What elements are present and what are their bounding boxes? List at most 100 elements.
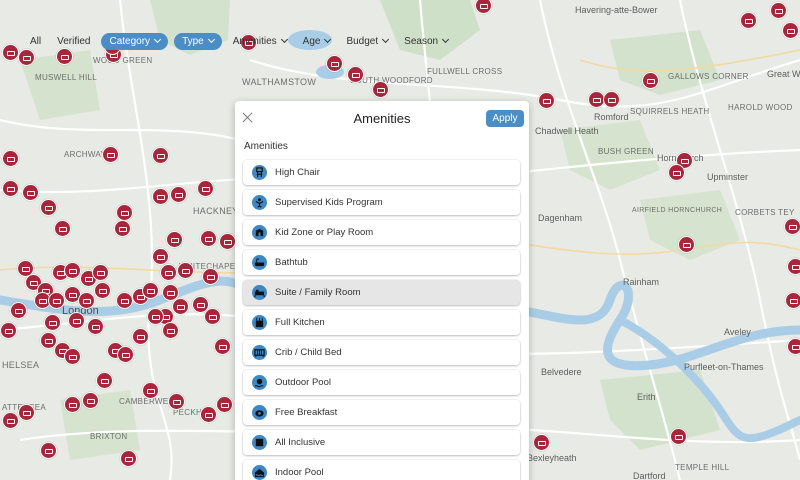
amenity-option-bathtub[interactable]: Bathtub <box>243 250 520 275</box>
hotel-pin-icon[interactable] <box>64 262 81 279</box>
hotel-pin-icon[interactable] <box>603 91 620 108</box>
filter-age[interactable]: Age <box>295 33 339 50</box>
map-label: GALLOWS CORNER <box>668 72 749 81</box>
filter-all[interactable]: All <box>22 33 49 50</box>
hotel-pin-icon[interactable] <box>166 231 183 248</box>
modal-header: Amenities Apply <box>235 101 529 135</box>
filter-type[interactable]: Type <box>174 32 222 50</box>
filter-verified[interactable]: Verified <box>49 33 98 50</box>
hotel-pin-icon[interactable] <box>160 264 177 281</box>
amenity-option-full-kitchen[interactable]: Full Kitchen <box>243 310 520 335</box>
hotel-pin-icon[interactable] <box>94 282 111 299</box>
hotel-pin-icon[interactable] <box>142 382 159 399</box>
hotel-pin-icon[interactable] <box>56 48 73 65</box>
hotel-pin-icon[interactable] <box>116 292 133 309</box>
hotel-pin-icon[interactable] <box>152 248 169 265</box>
hotel-pin-icon[interactable] <box>48 292 65 309</box>
filter-amenities[interactable]: Amenities <box>225 33 295 50</box>
map-label: HACKNEY <box>193 206 239 216</box>
hotel-pin-icon[interactable] <box>102 146 119 163</box>
hotel-pin-icon[interactable] <box>533 434 550 451</box>
hotel-pin-icon[interactable] <box>147 308 164 325</box>
hotel-pin-icon[interactable] <box>202 268 219 285</box>
map-label: HELSEA <box>2 360 40 370</box>
hotel-pin-icon[interactable] <box>152 188 169 205</box>
hotel-pin-icon[interactable] <box>78 292 95 309</box>
hotel-pin-icon[interactable] <box>372 81 389 98</box>
hotel-pin-icon[interactable] <box>64 396 81 413</box>
hotel-pin-icon[interactable] <box>787 338 800 355</box>
filter-budget[interactable]: Budget <box>338 33 396 50</box>
hotel-pin-icon[interactable] <box>668 164 685 181</box>
hotel-pin-icon[interactable] <box>54 220 71 237</box>
filter-season[interactable]: Season <box>396 33 456 50</box>
hotel-pin-icon[interactable] <box>326 55 343 72</box>
hotel-pin-icon[interactable] <box>200 406 217 423</box>
hotel-pin-icon[interactable] <box>116 204 133 221</box>
hotel-pin-icon[interactable] <box>87 318 104 335</box>
filter-label: Amenities <box>232 35 277 47</box>
hotel-pin-icon[interactable] <box>68 312 85 329</box>
map-label: BRIXTON <box>90 432 128 441</box>
amenity-option-indoor-pool[interactable]: Indoor Pool <box>243 460 520 480</box>
filter-category[interactable]: Category <box>101 32 169 50</box>
hotel-pin-icon[interactable] <box>172 298 189 315</box>
amenity-option-all-inclusive[interactable]: All Inclusive <box>243 430 520 455</box>
hotel-pin-icon[interactable] <box>787 258 800 275</box>
amenity-option-crib[interactable]: Crib / Child Bed <box>243 340 520 365</box>
hotel-pin-icon[interactable] <box>40 442 57 459</box>
hotel-pin-icon[interactable] <box>117 346 134 363</box>
hotel-pin-icon[interactable] <box>22 184 39 201</box>
hotel-pin-icon[interactable] <box>204 308 221 325</box>
hotel-pin-icon[interactable] <box>347 66 364 83</box>
hotel-pin-icon[interactable] <box>784 218 800 235</box>
hotel-pin-icon[interactable] <box>2 150 19 167</box>
hotel-pin-icon[interactable] <box>216 396 233 413</box>
amenity-options: High Chair Supervised Kids Program Kid Z… <box>243 160 520 480</box>
hotel-pin-icon[interactable] <box>2 412 19 429</box>
hotel-pin-icon[interactable] <box>214 338 231 355</box>
hotel-pin-icon[interactable] <box>142 282 159 299</box>
hotel-pin-icon[interactable] <box>92 264 109 281</box>
hotel-pin-icon[interactable] <box>200 230 217 247</box>
hotel-pin-icon[interactable] <box>18 404 35 421</box>
amenity-option-free-breakfast[interactable]: Free Breakfast <box>243 400 520 425</box>
map-label: Romford <box>594 112 629 122</box>
hotel-pin-icon[interactable] <box>40 199 57 216</box>
hotel-pin-icon[interactable] <box>96 372 113 389</box>
hotel-pin-icon[interactable] <box>44 314 61 331</box>
amenity-option-kids-program[interactable]: Supervised Kids Program <box>243 190 520 215</box>
hotel-pin-icon[interactable] <box>10 302 27 319</box>
hotel-pin-icon[interactable] <box>0 322 17 339</box>
filter-label: Category <box>109 35 151 47</box>
hotel-pin-icon[interactable] <box>168 393 185 410</box>
hotel-pin-icon[interactable] <box>782 22 799 39</box>
hotel-pin-icon[interactable] <box>170 186 187 203</box>
hotel-pin-icon[interactable] <box>120 450 137 467</box>
hotel-pin-icon[interactable] <box>2 180 19 197</box>
hotel-pin-icon[interactable] <box>64 348 81 365</box>
hotel-pin-icon[interactable] <box>538 92 555 109</box>
amenity-option-high-chair[interactable]: High Chair <box>243 160 520 185</box>
hotel-pin-icon[interactable] <box>177 262 194 279</box>
hotel-pin-icon[interactable] <box>642 72 659 89</box>
hotel-pin-icon[interactable] <box>152 147 169 164</box>
amenity-option-play-room[interactable]: Kid Zone or Play Room <box>243 220 520 245</box>
hotel-pin-icon[interactable] <box>678 236 695 253</box>
hotel-pin-icon[interactable] <box>2 44 19 61</box>
hotel-pin-icon[interactable] <box>197 180 214 197</box>
hotel-pin-icon[interactable] <box>770 2 787 19</box>
hotel-pin-icon[interactable] <box>670 428 687 445</box>
hotel-pin-icon[interactable] <box>785 292 800 309</box>
hotel-pin-icon[interactable] <box>18 49 35 66</box>
hotel-pin-icon[interactable] <box>162 322 179 339</box>
hotel-pin-icon[interactable] <box>740 12 757 29</box>
hotel-pin-icon[interactable] <box>82 392 99 409</box>
filter-label: Age <box>302 35 321 47</box>
hotel-pin-icon[interactable] <box>132 328 149 345</box>
hotel-pin-icon[interactable] <box>114 220 131 237</box>
amenity-option-suite-family-room[interactable]: Suite / Family Room <box>243 280 520 305</box>
amenity-option-outdoor-pool[interactable]: Outdoor Pool <box>243 370 520 395</box>
hotel-pin-icon[interactable] <box>219 233 236 250</box>
apply-button[interactable]: Apply <box>486 110 524 127</box>
